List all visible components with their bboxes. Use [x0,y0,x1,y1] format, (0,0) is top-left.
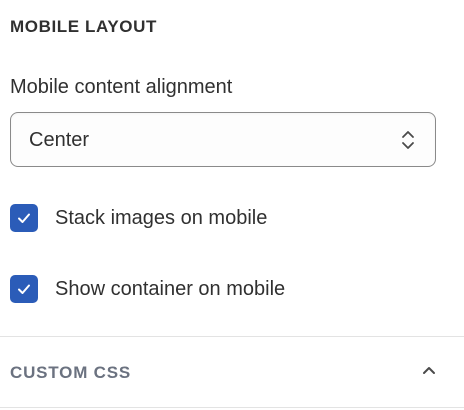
custom-css-section-toggle[interactable]: CUSTOM CSS [0,337,464,407]
alignment-label: Mobile content alignment [10,76,233,98]
custom-css-title: CUSTOM CSS [10,363,132,382]
alignment-select[interactable]: Center [10,112,436,167]
settings-panel: MOBILE LAYOUT Mobile content alignment C… [0,0,464,410]
checkmark-icon [18,213,30,223]
alignment-select-value: Center [29,129,90,151]
checkmark-icon [18,284,30,294]
chevron-up-down-icon [402,131,414,149]
divider-bottom [0,407,464,408]
show-container-checkbox-row[interactable]: Show container on mobile [10,274,285,304]
stack-images-label: Stack images on mobile [55,206,268,229]
stack-images-checkbox-row[interactable]: Stack images on mobile [10,203,267,233]
stack-images-checkbox[interactable] [10,204,38,232]
show-container-label: Show container on mobile [55,277,286,300]
chevron-up-icon[interactable] [421,364,437,376]
section-heading-mobile-layout: MOBILE LAYOUT [10,17,157,36]
show-container-checkbox[interactable] [10,275,38,303]
